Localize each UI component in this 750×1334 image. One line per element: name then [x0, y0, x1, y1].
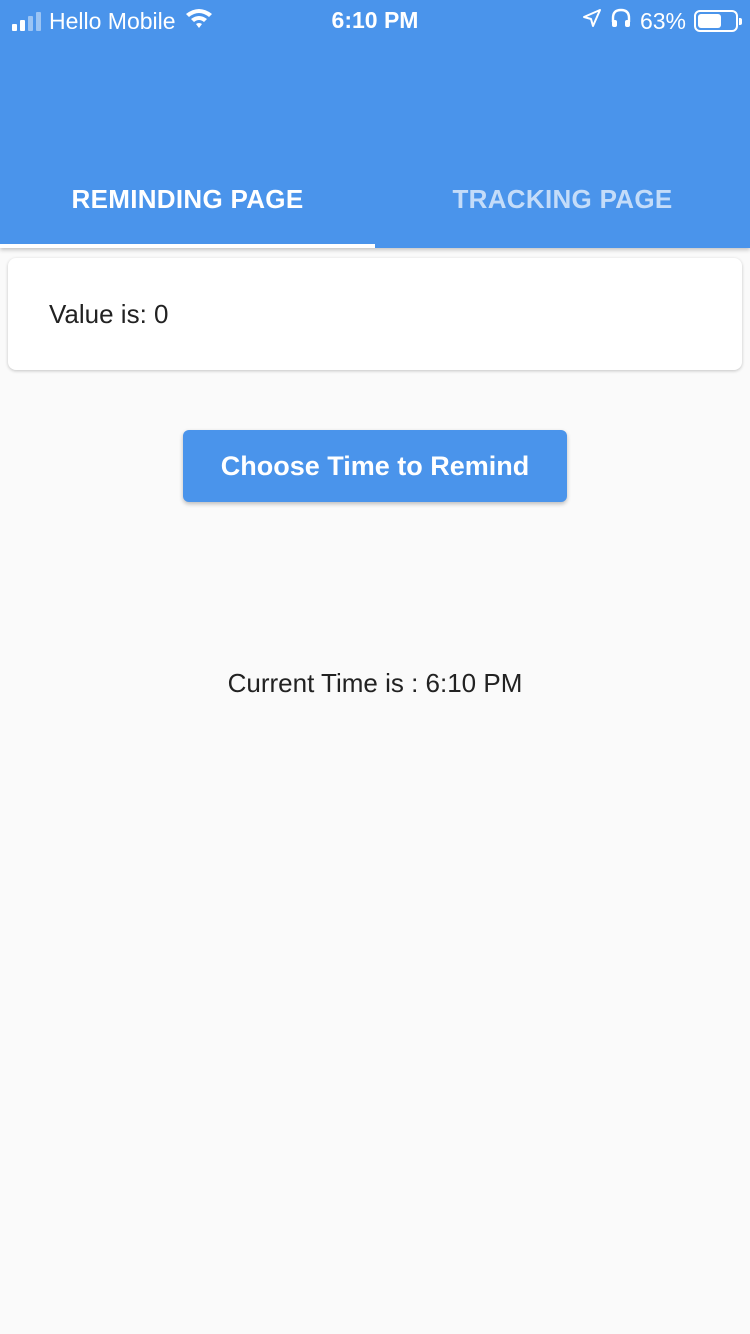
carrier-name: Hello Mobile [49, 7, 176, 34]
tab-tracking-page[interactable]: TRACKING PAGE [375, 150, 750, 248]
location-icon [582, 8, 602, 34]
choose-time-button[interactable]: Choose Time to Remind [183, 430, 567, 502]
battery-fill [698, 14, 721, 28]
value-text: Value is: 0 [49, 298, 169, 329]
status-bar-left: Hello Mobile [12, 7, 214, 35]
headphones-icon [610, 7, 632, 35]
status-bar-right: 63% [582, 7, 742, 35]
wifi-icon [184, 7, 214, 35]
status-bar: Hello Mobile 6:10 PM 63% [0, 0, 750, 40]
tab-label: REMINDING PAGE [71, 183, 304, 214]
value-card: Value is: 0 [8, 258, 742, 370]
battery-percent: 63% [639, 7, 686, 34]
tab-label: TRACKING PAGE [452, 183, 673, 214]
signal-icon [12, 11, 41, 31]
tab-reminding-page[interactable]: REMINDING PAGE [0, 150, 375, 248]
battery-icon [694, 10, 742, 32]
current-time-text: Current Time is : 6:10 PM [227, 668, 523, 698]
app-bar: Hello Mobile 6:10 PM 63% REMINDING PAGE … [0, 0, 750, 248]
tab-bar: REMINDING PAGE TRACKING PAGE [0, 150, 750, 248]
